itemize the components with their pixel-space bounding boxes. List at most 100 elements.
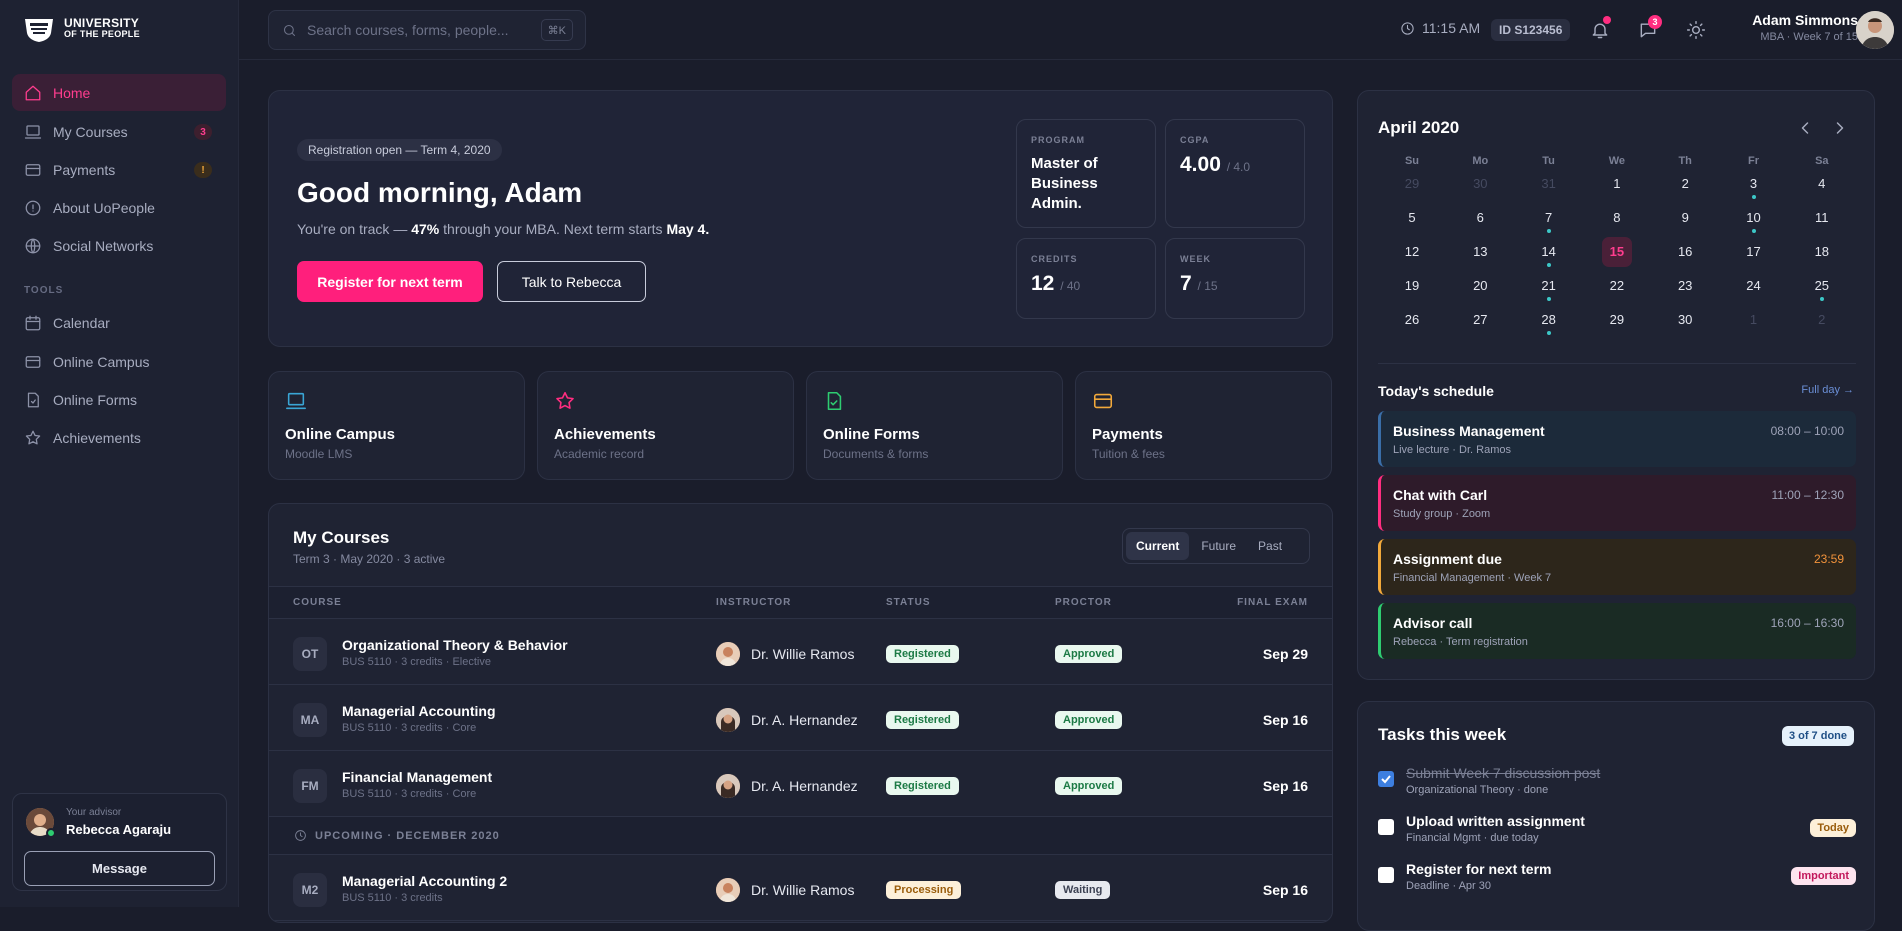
calendar-day[interactable]: 13: [1465, 237, 1495, 267]
tab-past[interactable]: Past: [1248, 532, 1292, 560]
calendar-day[interactable]: 24: [1739, 271, 1769, 301]
calendar-day[interactable]: 11: [1807, 203, 1837, 233]
calendar-day[interactable]: 22: [1602, 271, 1632, 301]
calendar-day[interactable]: 16: [1670, 237, 1700, 267]
calendar-icon: [25, 315, 41, 330]
sidebar-item-social-networks[interactable]: Social Networks: [12, 227, 226, 264]
calendar-day[interactable]: 8: [1602, 203, 1632, 233]
calendar-day[interactable]: 5: [1397, 203, 1427, 233]
course-name[interactable]: Financial Management: [342, 769, 492, 785]
calendar-day[interactable]: 25: [1807, 271, 1837, 301]
calendar-day[interactable]: 23: [1670, 271, 1700, 301]
sidebar-item-label: Calendar: [53, 314, 110, 331]
my-courses-panel: My Courses Term 3 · May 2020 · 3 active …: [268, 503, 1333, 923]
calendar-day[interactable]: 26: [1397, 305, 1427, 335]
calendar-day[interactable]: 1: [1739, 305, 1769, 335]
course-code: MA: [293, 703, 327, 737]
table-row[interactable]: FM Financial Management BUS 5110 · 3 cre…: [269, 751, 1332, 817]
table-row[interactable]: OT Organizational Theory & Behavior BUS …: [269, 619, 1332, 685]
calendar-day[interactable]: 4: [1807, 169, 1837, 199]
status-badge: Registered: [886, 645, 959, 663]
search-shortcut-hint: ⌘K: [540, 19, 573, 41]
task-title: Register for next term: [1406, 861, 1552, 877]
chevron-left-icon[interactable]: [1795, 118, 1815, 138]
calendar-day[interactable]: 20: [1465, 271, 1495, 301]
calendar-day[interactable]: 7: [1534, 203, 1564, 233]
quicklink-title: Online Campus: [285, 426, 396, 443]
sidebar-item-online-forms[interactable]: Online Forms: [12, 381, 226, 418]
status-badge: Registered: [886, 711, 959, 729]
tab-future[interactable]: Future: [1191, 532, 1246, 560]
sun-icon[interactable]: [1686, 20, 1706, 40]
calendar-day[interactable]: 29: [1397, 169, 1427, 199]
user-avatar[interactable]: [1856, 11, 1894, 49]
schedule-item[interactable]: Assignment due Financial Management · We…: [1378, 539, 1856, 595]
calendar-day[interactable]: 14: [1534, 237, 1564, 267]
calendar-day[interactable]: 31: [1534, 169, 1564, 199]
calendar-day[interactable]: 6: [1465, 203, 1495, 233]
calendar-day[interactable]: 3: [1739, 169, 1769, 199]
sidebar-item-online-campus[interactable]: Online Campus: [12, 343, 226, 380]
brand-line-2: OF THE PEOPLE: [64, 29, 140, 39]
quicklink-online-campus[interactable]: Online Campus Moodle LMS: [268, 371, 525, 480]
sidebar-item-payments[interactable]: Payments !: [12, 151, 226, 188]
task-checkbox[interactable]: [1378, 819, 1394, 835]
course-name[interactable]: Organizational Theory & Behavior: [342, 637, 568, 653]
calendar-day[interactable]: 30: [1465, 169, 1495, 199]
search-input[interactable]: Search courses, forms, people... ⌘K: [268, 10, 586, 50]
calendar-day[interactable]: 27: [1465, 305, 1495, 335]
tasks-panel: Tasks this week 3 of 7 done Submit Week …: [1357, 701, 1875, 931]
calendar-day[interactable]: 30: [1670, 305, 1700, 335]
task-subtitle: Deadline · Apr 30: [1406, 880, 1491, 892]
calendar-day[interactable]: 10: [1739, 203, 1769, 233]
star-icon: [556, 391, 574, 409]
calendar-day[interactable]: 17: [1739, 237, 1769, 267]
tab-current[interactable]: Current: [1126, 532, 1190, 560]
star-icon: [25, 430, 41, 444]
talk-to-advisor-button[interactable]: Talk to Rebecca: [497, 261, 646, 302]
calendar-day-number: 1: [1749, 312, 1758, 327]
calendar-day[interactable]: 29: [1602, 305, 1632, 335]
quicklink-payments[interactable]: Payments Tuition & fees: [1075, 371, 1332, 480]
calendar-day[interactable]: 15: [1601, 237, 1632, 267]
task-checkbox[interactable]: [1378, 771, 1394, 787]
calendar-day-number: 21: [1541, 278, 1556, 293]
schedule-item[interactable]: Advisor call Rebecca · Term registration…: [1378, 603, 1856, 659]
courses-title: My Courses: [293, 528, 390, 547]
task-checkbox[interactable]: [1378, 867, 1394, 883]
chevron-right-icon[interactable]: [1830, 118, 1850, 138]
calendar-day-number: 12: [1404, 244, 1420, 259]
register-next-term-button[interactable]: Register for next term: [297, 261, 483, 302]
calendar-day[interactable]: 2: [1670, 169, 1700, 199]
message-advisor-button[interactable]: Message: [24, 851, 215, 886]
schedule-item[interactable]: Chat with Carl Study group · Zoom 11:00 …: [1378, 475, 1856, 531]
schedule-item[interactable]: Business Management Live lecture · Dr. R…: [1378, 411, 1856, 467]
calendar-month: April 2020: [1378, 118, 1460, 137]
calendar-day[interactable]: 9: [1670, 203, 1700, 233]
calendar-day[interactable]: 28: [1534, 305, 1564, 335]
user-menu[interactable]: Adam Simmons MBA · Week 7 of 15: [1752, 12, 1858, 43]
full-day-link[interactable]: Full day →: [1801, 384, 1854, 396]
course-name[interactable]: Managerial Accounting: [342, 703, 496, 719]
calendar-day[interactable]: 18: [1807, 237, 1837, 267]
calendar-day[interactable]: 21: [1534, 271, 1564, 301]
calendar-day[interactable]: 12: [1397, 237, 1427, 267]
sidebar-item-label: Online Campus: [53, 353, 150, 370]
quicklink-achievements[interactable]: Achievements Academic record: [537, 371, 794, 480]
weekday-label: Th: [1678, 155, 1692, 167]
calendar-day[interactable]: 1: [1602, 169, 1632, 199]
logo[interactable]: UNIVERSITY OF THE PEOPLE: [22, 15, 140, 43]
calendar-day-number: 9: [1681, 210, 1689, 225]
table-row[interactable]: M2 Managerial Accounting 2 BUS 5110 · 3 …: [269, 855, 1332, 921]
sidebar-item-my-courses[interactable]: My Courses 3: [12, 113, 226, 150]
sidebar-item-home[interactable]: Home: [12, 74, 226, 111]
sidebar-item-achievements[interactable]: Achievements: [12, 419, 226, 456]
course-name[interactable]: Managerial Accounting 2: [342, 873, 507, 889]
sidebar-item-about[interactable]: About UoPeople: [12, 189, 226, 226]
quicklink-online-forms[interactable]: Online Forms Documents & forms: [806, 371, 1063, 480]
table-row[interactable]: MA Managerial Accounting BUS 5110 · 3 cr…: [269, 685, 1332, 751]
calendar-day-number: 13: [1473, 244, 1488, 259]
calendar-day[interactable]: 19: [1397, 271, 1427, 301]
calendar-day[interactable]: 2: [1807, 305, 1837, 335]
sidebar-item-calendar[interactable]: Calendar: [12, 304, 226, 341]
